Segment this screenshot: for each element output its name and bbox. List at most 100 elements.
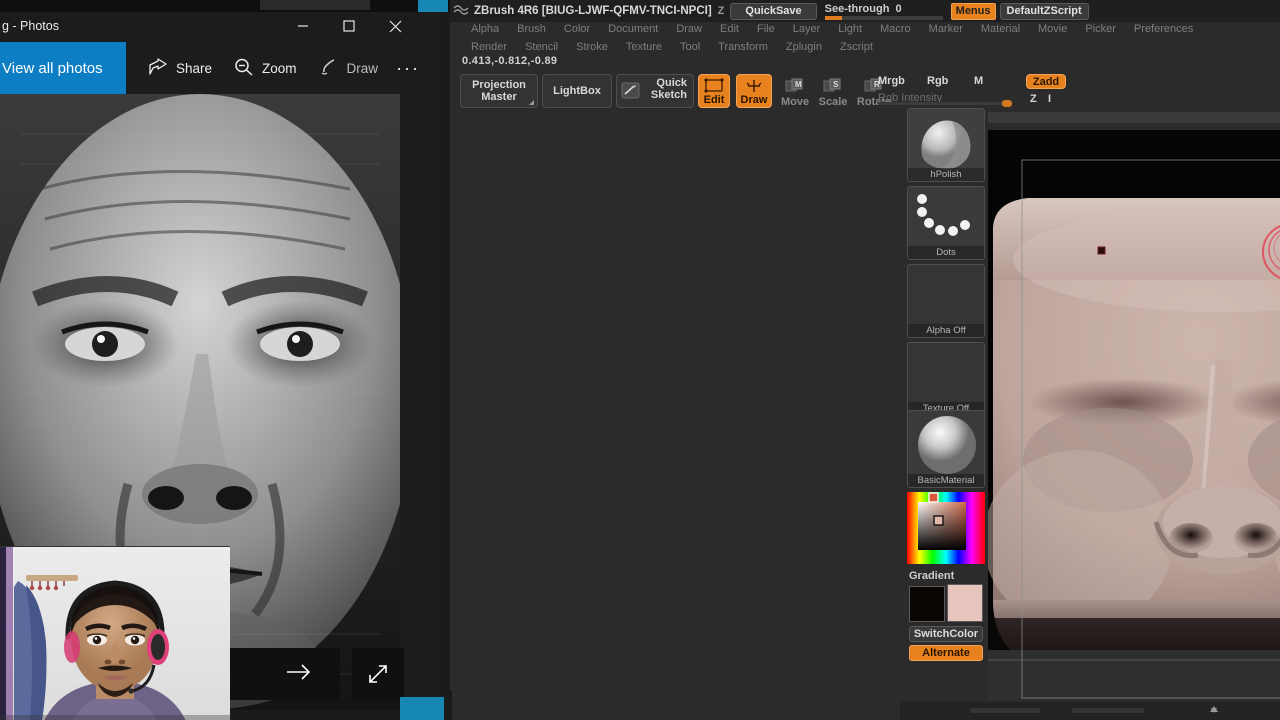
zbrush-title-text: ZBrush 4R6 [BIUG-LJWF-QFMV-TNCI-NPCI]	[474, 5, 712, 17]
menu-edit[interactable]: Edit	[711, 23, 748, 35]
menubar-row-2[interactable]: Render Stencil Stroke Texture Tool Transform Z…	[450, 38, 1280, 55]
m-button[interactable]: M	[974, 75, 983, 87]
menu-stroke[interactable]: Stroke	[567, 41, 617, 53]
share-icon	[148, 57, 168, 79]
share-button[interactable]: Share	[148, 57, 212, 79]
taskbar-dark-sliver	[444, 690, 452, 720]
lightbox-button[interactable]: LightBox	[542, 74, 612, 108]
menu-marker[interactable]: Marker	[920, 23, 972, 35]
menu-file[interactable]: File	[748, 23, 784, 35]
i-button[interactable]: I	[1048, 93, 1051, 105]
secondary-color-swatch[interactable]	[947, 584, 983, 622]
draw-button[interactable]: Draw	[736, 74, 772, 108]
photos-minimize-button[interactable]	[280, 10, 326, 42]
current-stroke-tile[interactable]: Dots	[907, 186, 985, 260]
stroke-caption: Dots	[908, 246, 984, 259]
menu-render[interactable]: Render	[462, 41, 516, 53]
current-alpha-tile[interactable]: Alpha Off	[907, 264, 985, 338]
desktop-top-window-edge	[260, 0, 370, 10]
photos-toolbar: View all photos Share Zoom Draw ···	[0, 42, 440, 94]
default-zscript-button[interactable]: DefaultZScript	[999, 2, 1089, 20]
menu-movie[interactable]: Movie	[1029, 23, 1076, 35]
sculpt-viewport[interactable]	[988, 130, 1280, 700]
pen-icon	[319, 58, 339, 79]
bottom-track-right	[1072, 708, 1144, 713]
menubar-row-1[interactable]: Alpha Brush Color Document Draw Edit File Layer…	[450, 20, 1280, 37]
alternate-button[interactable]: Alternate	[909, 645, 983, 661]
menu-layer[interactable]: Layer	[784, 23, 830, 35]
menu-macro[interactable]: Macro	[871, 23, 920, 35]
draw-label: Draw	[740, 94, 768, 106]
alpha-caption: Alpha Off	[908, 324, 984, 337]
projection-master-button[interactable]: Projection Master	[460, 74, 538, 108]
brush-caption: hPolish	[908, 168, 984, 181]
menu-draw[interactable]: Draw	[667, 23, 711, 35]
rgb-intensity-slider[interactable]	[878, 102, 1010, 105]
move-button[interactable]: M Move	[778, 74, 812, 108]
progress-strip	[988, 112, 1280, 123]
webcam-feed	[0, 547, 230, 720]
rgb-button[interactable]: Rgb	[927, 75, 948, 87]
menus-button[interactable]: Menus	[950, 2, 996, 20]
qs-line1: Quick	[656, 77, 687, 89]
menu-preferences[interactable]: Preferences	[1125, 23, 1202, 35]
desktop-top-strip	[0, 0, 450, 12]
mrgb-button[interactable]: Mrgb	[878, 75, 905, 87]
zbrush-shelf: Projection Master LightBox Quick Sketch …	[450, 72, 1280, 112]
menu-zplugin[interactable]: Zplugin	[777, 41, 831, 53]
see-through-control[interactable]: See-through 0	[824, 0, 943, 22]
see-through-slider[interactable]	[824, 15, 943, 20]
more-options-button[interactable]: ···	[396, 58, 420, 79]
zbrush-logo-icon	[452, 2, 470, 20]
current-material-tile[interactable]: BasicMaterial	[907, 410, 985, 488]
menu-color[interactable]: Color	[555, 23, 599, 35]
menu-transform[interactable]: Transform	[709, 41, 777, 53]
magnifier-icon	[234, 58, 254, 79]
taskbar-blue-sliver	[400, 697, 444, 720]
zoom-button[interactable]: Zoom	[234, 58, 297, 79]
view-all-photos-button[interactable]: View all photos	[0, 42, 126, 94]
dropdown-triangle-icon	[529, 100, 534, 105]
quicksketch-icon	[621, 82, 641, 103]
menu-light[interactable]: Light	[829, 23, 871, 35]
photos-title-text: g - Photos	[2, 19, 59, 33]
zbrush-canvas[interactable]	[988, 130, 1280, 700]
scale-label: Scale	[818, 96, 848, 108]
fullscreen-icon[interactable]	[352, 648, 404, 700]
zbrush-titlebar: ZBrush 4R6 [BIUG-LJWF-QFMV-TNCI-NPCI] Z …	[450, 0, 1280, 22]
draw-label-photos: Draw	[346, 60, 379, 76]
scale-button[interactable]: S Scale	[816, 74, 850, 108]
zoom-label: Zoom	[262, 60, 297, 76]
color-picker[interactable]	[907, 492, 985, 564]
qs-line2: Sketch	[650, 89, 687, 101]
quick-sketch-button[interactable]: Quick Sketch	[616, 74, 694, 108]
rgb-intensity-knob[interactable]	[1002, 100, 1012, 107]
menu-document[interactable]: Document	[599, 23, 667, 35]
z-button[interactable]: Z	[1030, 93, 1037, 105]
current-brush-tile[interactable]: hPolish	[907, 108, 985, 182]
zadd-button[interactable]: Zadd	[1026, 74, 1066, 89]
material-caption: BasicMaterial	[908, 474, 984, 487]
menu-stencil[interactable]: Stencil	[516, 41, 567, 53]
edit-label: Edit	[703, 94, 725, 106]
quicksave-button[interactable]: QuickSave	[730, 2, 817, 20]
photos-maximize-button[interactable]	[326, 10, 372, 42]
menu-material[interactable]: Material	[972, 23, 1029, 35]
draw-button-photos[interactable]: Draw	[319, 58, 379, 79]
menu-alpha[interactable]: Alpha	[462, 23, 508, 35]
menu-texture[interactable]: Texture	[617, 41, 671, 53]
edit-button[interactable]: Edit	[698, 74, 730, 108]
primary-color-swatch[interactable]	[909, 586, 945, 622]
menu-tool[interactable]: Tool	[671, 41, 709, 53]
canvas-scroll-arrows-icon[interactable]	[1202, 704, 1226, 716]
menu-brush[interactable]: Brush	[508, 23, 555, 35]
arrow-right-icon[interactable]	[286, 662, 312, 687]
desktop-blue-accent	[418, 0, 448, 12]
menu-zscript[interactable]: Zscript	[831, 41, 882, 53]
cursor-coordinates: 0.413,-0.812,-0.89	[462, 55, 558, 67]
menu-picker[interactable]: Picker	[1076, 23, 1125, 35]
see-through-value: 0	[895, 2, 902, 15]
current-texture-tile[interactable]: Texture Off	[907, 342, 985, 416]
switch-color-button[interactable]: SwitchColor	[909, 626, 983, 642]
photos-close-button[interactable]	[372, 10, 418, 42]
